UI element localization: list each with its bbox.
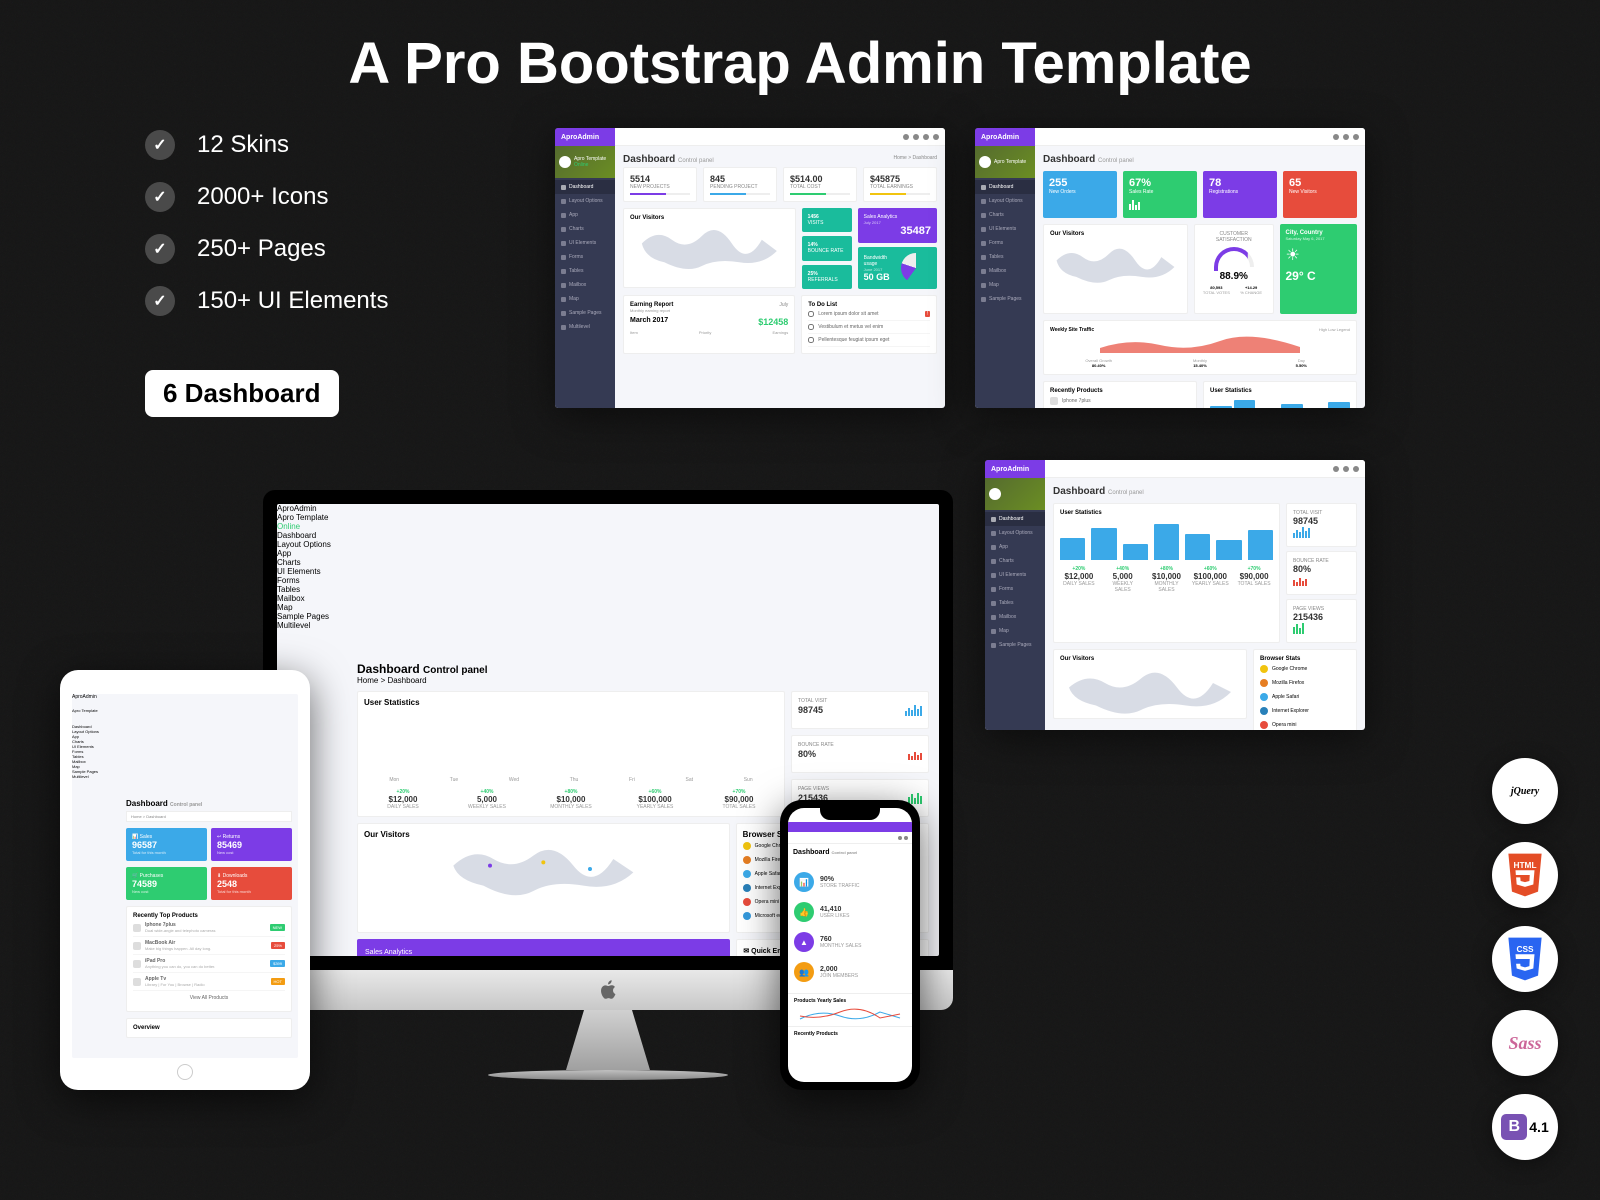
weather-widget: City, Country Saturday May 6, 2017 ☀ 29°… bbox=[1280, 224, 1358, 314]
nav-item[interactable]: Sample Pages bbox=[555, 306, 615, 320]
traffic-icon: 📊 bbox=[794, 872, 814, 892]
brand: AproAdmin bbox=[555, 128, 615, 146]
nav-item[interactable]: Charts bbox=[555, 222, 615, 236]
nav-dashboard[interactable]: Dashboard bbox=[277, 531, 347, 540]
sales-icon: ▲ bbox=[794, 932, 814, 952]
check-icon: ✓ bbox=[145, 234, 175, 264]
pie-icon bbox=[901, 253, 931, 283]
dashboard-preview-1: AproAdmin Apro TemplateOnline Dashboard … bbox=[555, 128, 945, 408]
avatar bbox=[559, 156, 571, 168]
page-title: A Pro Bootstrap Admin Template bbox=[0, 30, 1600, 97]
visitors-map: Our Visitors bbox=[357, 823, 730, 933]
dashboard-preview-3: AproAdmin Dashboard Layout Options App C… bbox=[985, 460, 1365, 730]
feature-item: 2000+ Icons bbox=[197, 183, 328, 211]
todo-checkbox[interactable] bbox=[808, 311, 814, 317]
todo-checkbox[interactable] bbox=[808, 324, 814, 330]
svg-text:HTML: HTML bbox=[1513, 860, 1536, 870]
ipad-mockup: AproAdmin Apro Template Dashboard Layout… bbox=[60, 670, 310, 1090]
bootstrap-badge: B4.1 bbox=[1492, 1094, 1558, 1160]
nav-item[interactable]: Multilevel bbox=[555, 320, 615, 334]
gauge-icon bbox=[1214, 247, 1254, 267]
feature-item: 250+ Pages bbox=[197, 235, 326, 263]
feature-list: ✓ 12 Skins ✓ 2000+ Icons ✓ 250+ Pages ✓ 150+… bbox=[145, 130, 388, 338]
nav-item[interactable]: Forms bbox=[555, 250, 615, 264]
feature-item: 12 Skins bbox=[197, 131, 289, 159]
home-button[interactable] bbox=[177, 1064, 193, 1080]
nav-item[interactable]: UI Elements bbox=[555, 236, 615, 250]
todo-checkbox[interactable] bbox=[808, 337, 814, 343]
html5-badge: HTML bbox=[1492, 842, 1558, 908]
jquery-badge: jQuery bbox=[1492, 758, 1558, 824]
dashboard-count-badge: 6 Dashboard bbox=[145, 370, 339, 417]
css3-badge: CSS bbox=[1492, 926, 1558, 992]
dashboard-preview-2: AproAdmin Apro Template Dashboard Layout… bbox=[975, 128, 1365, 408]
sass-badge: Sass bbox=[1492, 1010, 1558, 1076]
nav-item[interactable]: Map bbox=[555, 292, 615, 306]
iphone-mockup: Dashboard Control panel 📊90%STORE TRAFFI… bbox=[780, 800, 920, 1090]
apple-icon bbox=[597, 979, 619, 1001]
visitors-map: Our Visitors bbox=[623, 208, 796, 288]
view-all-button[interactable]: View All Products bbox=[133, 991, 285, 1005]
check-icon: ✓ bbox=[145, 182, 175, 212]
user-stats-chart bbox=[364, 707, 778, 777]
likes-icon: 👍 bbox=[794, 902, 814, 922]
nav-item[interactable]: Layout Options bbox=[555, 194, 615, 208]
check-icon: ✓ bbox=[145, 130, 175, 160]
check-icon: ✓ bbox=[145, 286, 175, 316]
nav-dashboard[interactable]: Dashboard bbox=[555, 180, 615, 194]
members-icon: 👥 bbox=[794, 962, 814, 982]
svg-text:CSS: CSS bbox=[1516, 944, 1534, 954]
nav-item[interactable]: App bbox=[555, 208, 615, 222]
nav-item[interactable]: Tables bbox=[555, 264, 615, 278]
tech-stack: jQuery HTML CSS Sass B4.1 bbox=[1492, 758, 1558, 1160]
nav-item[interactable]: Mailbox bbox=[555, 278, 615, 292]
feature-item: 150+ UI Elements bbox=[197, 287, 388, 315]
